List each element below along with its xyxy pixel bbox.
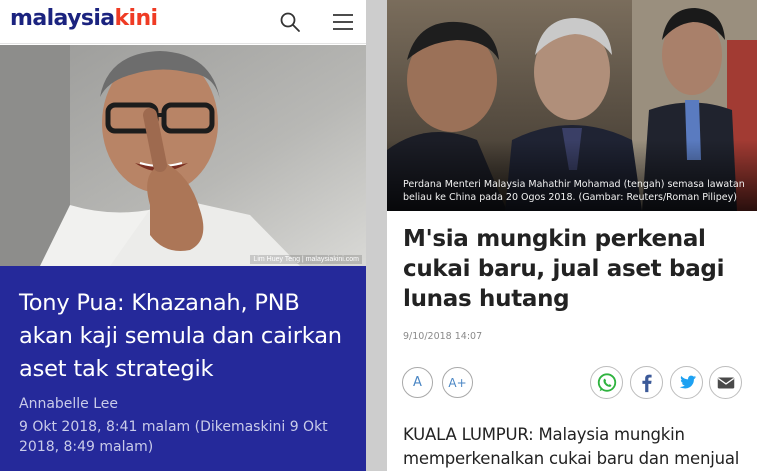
left-article-screen: malaysiakini Lim Huey Teng | malaysiakin… [0,0,366,471]
search-icon[interactable] [278,10,302,34]
article-photo: Perdana Menteri Malaysia Mahathir Mohama… [387,0,757,211]
article-title: Tony Pua: Khazanah, PNB akan kaji semula… [19,290,342,382]
article-header-panel: Tony Pua: Khazanah, PNB akan kaji semula… [0,266,366,471]
right-article-screen: Perdana Menteri Malaysia Mahathir Mohama… [387,0,757,471]
article-hero-image: Lim Huey Teng | malaysiakini.com [0,45,366,266]
twitter-icon [679,375,696,388]
article-body-text: KUALA LUMPUR: Malaysia mungkin memperken… [403,425,740,468]
email-icon [717,377,734,388]
font-size-decrease-button[interactable]: A [402,367,433,398]
share-whatsapp-button[interactable] [590,366,623,399]
photo-caption: Perdana Menteri Malaysia Mahathir Mohama… [403,179,745,203]
share-facebook-button[interactable] [630,366,663,399]
font-size-increase-button[interactable]: A+ [442,367,473,398]
malaysiakini-logo[interactable]: malaysiakini [10,6,158,31]
whatsapp-icon [597,372,616,392]
photo-credit: Lim Huey Teng | malaysiakini.com [250,255,362,264]
tony-pua-photo [0,45,366,266]
article-author[interactable]: Annabelle Lee [19,396,118,412]
article-timestamp: 9/10/2018 14:07 [403,331,483,342]
article-title: M'sia mungkin perkenal cukai baru, jual … [403,226,725,312]
screens-divider [366,0,387,471]
article-date: 9 Okt 2018, 8:41 malam (Dikemaskini 9 Ok… [19,419,328,455]
share-twitter-button[interactable] [670,366,703,399]
share-email-button[interactable] [709,366,742,399]
hamburger-menu-icon[interactable] [331,11,355,33]
top-navigation-bar: malaysiakini [0,0,366,44]
facebook-icon [641,374,652,392]
